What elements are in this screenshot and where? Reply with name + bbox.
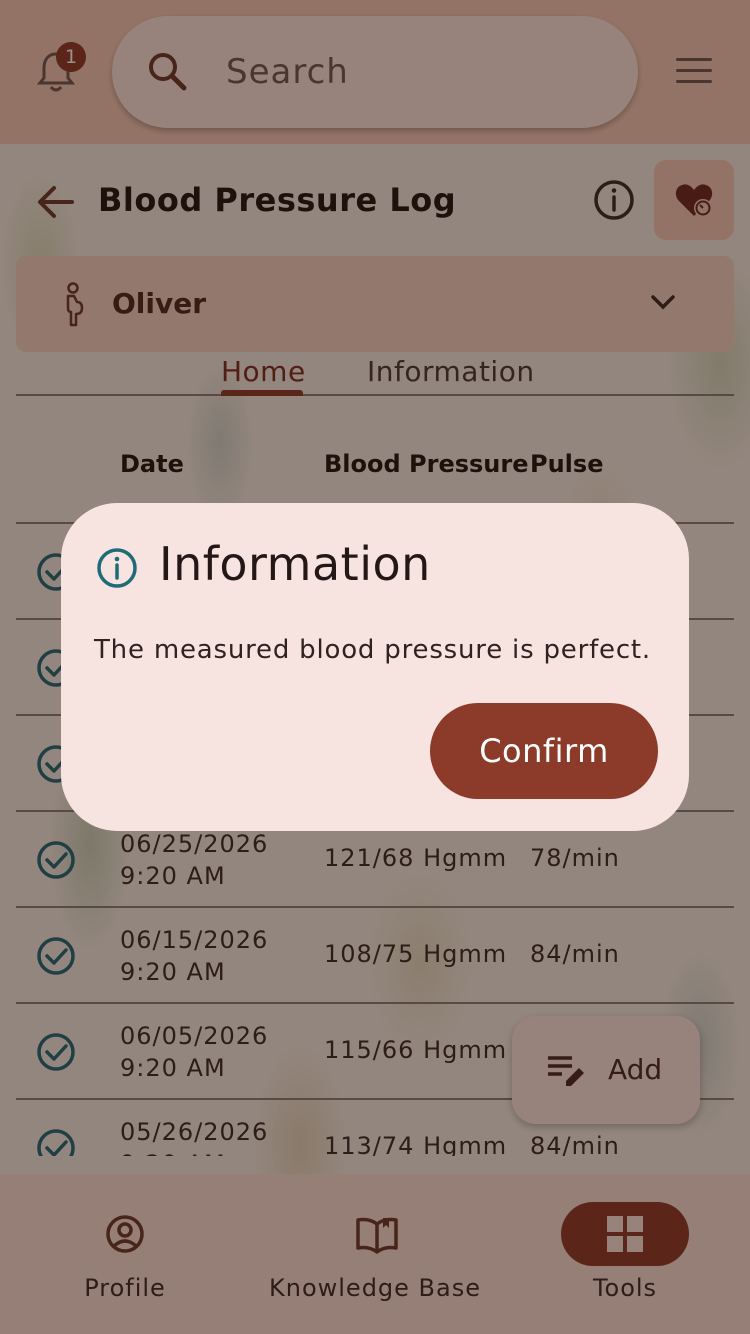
dialog-title: Information — [159, 537, 431, 591]
confirm-button[interactable]: Confirm — [430, 703, 658, 799]
dialog-message: The measured blood pressure is perfect. — [94, 635, 651, 665]
info-icon — [97, 548, 137, 588]
information-dialog: Information The measured blood pressure … — [61, 503, 689, 831]
